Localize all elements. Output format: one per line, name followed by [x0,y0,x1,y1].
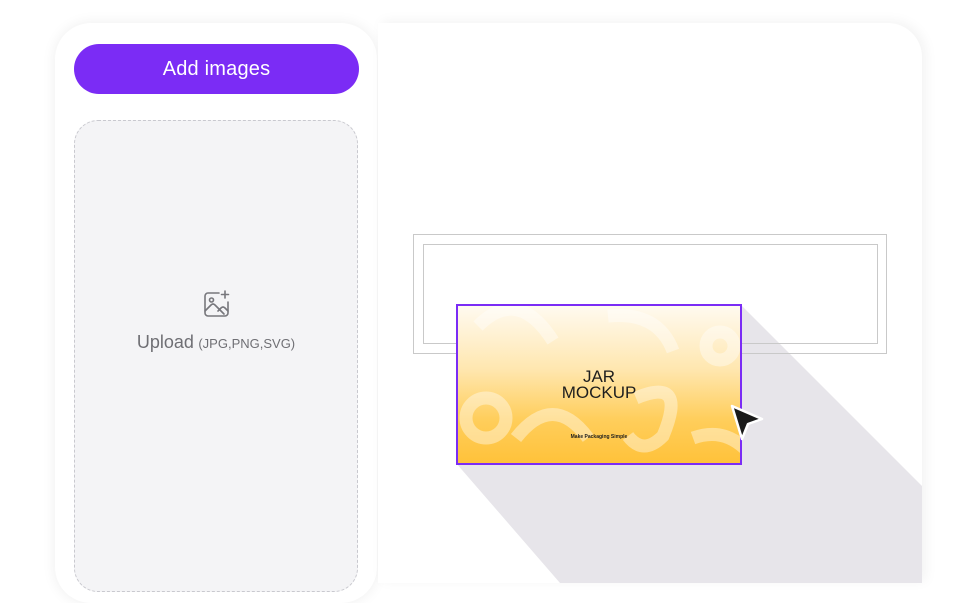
mockup-title: JAR MOCKUP [561,367,637,402]
upload-caption: Upload (JPG,PNG,SVG) [75,332,357,353]
pointer-arrow-icon [730,404,764,441]
add-images-button[interactable]: Add images [74,44,359,94]
upload-label: Upload [136,332,194,352]
image-add-icon [204,290,230,317]
upload-dropzone[interactable]: Upload (JPG,PNG,SVG) [74,120,358,592]
upload-formats: (JPG,PNG,SVG) [198,336,296,351]
dragged-jar-mockup-image[interactable]: JAR MOCKUP Make Packaging Simple [456,304,742,465]
canvas-area[interactable]: JAR MOCKUP Make Packaging Simple [378,23,922,583]
image-sidebar: Add images Upload (JPG,PNG,SVG) [55,23,377,603]
mockup-subtitle: Make Packaging Simple [570,434,628,440]
